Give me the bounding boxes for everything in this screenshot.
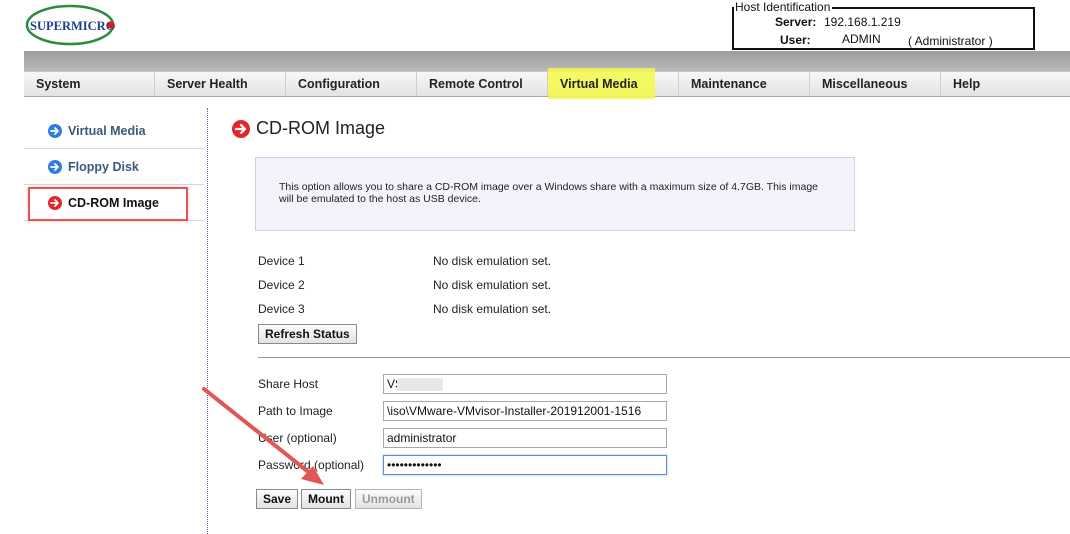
tab-server-health[interactable]: Server Health bbox=[155, 72, 286, 96]
sidebar-item-label: Floppy Disk bbox=[68, 159, 139, 174]
server-value: 192.168.1.219 bbox=[824, 15, 901, 29]
password-input[interactable] bbox=[383, 455, 667, 475]
circle-arrow-right-icon bbox=[232, 119, 250, 138]
share-host-label: Share Host bbox=[258, 377, 319, 391]
save-button[interactable]: Save bbox=[256, 489, 299, 509]
unmount-button: Unmount bbox=[355, 489, 422, 509]
redacted-text bbox=[397, 378, 443, 391]
tab-maintenance[interactable]: Maintenance bbox=[679, 72, 810, 96]
refresh-status-button[interactable]: Refresh Status bbox=[258, 324, 357, 344]
section-divider bbox=[258, 357, 1070, 358]
device-row-2: Device 2 No disk emulation set. bbox=[258, 278, 551, 292]
user-value: ADMIN bbox=[842, 32, 881, 46]
device-status: No disk emulation set. bbox=[433, 278, 552, 292]
user-optional-label: User (optional) bbox=[258, 431, 337, 445]
user-input[interactable] bbox=[383, 428, 667, 448]
sidebar-divider bbox=[207, 108, 208, 534]
sidebar-item-label: Virtual Media bbox=[68, 123, 146, 138]
device-label: Device 1 bbox=[258, 254, 305, 268]
device-row-1: Device 1 No disk emulation set. bbox=[258, 254, 551, 268]
header-grey-bar bbox=[24, 51, 1070, 71]
ipmi-web-page: SUPERMICRO Host Identification Server: 1… bbox=[0, 0, 1070, 534]
tab-remote-control[interactable]: Remote Control bbox=[417, 72, 548, 96]
device-status: No disk emulation set. bbox=[433, 254, 552, 268]
page-title: CD-ROM Image bbox=[232, 118, 385, 139]
tab-configuration[interactable]: Configuration bbox=[286, 72, 417, 96]
mount-button[interactable]: Mount bbox=[301, 489, 351, 509]
tab-system[interactable]: System bbox=[24, 72, 155, 96]
supermicro-logo: SUPERMICRO bbox=[25, 4, 116, 46]
sidebar-item-virtual-media[interactable]: Virtual Media bbox=[24, 113, 204, 149]
logo-text: SUPERMICRO bbox=[30, 19, 116, 33]
main-nav: System Server Health Configuration Remot… bbox=[24, 68, 1070, 99]
user-label: User: bbox=[780, 33, 811, 47]
server-label: Server: bbox=[775, 15, 817, 29]
host-identification-box: Host Identification Server: 192.168.1.21… bbox=[732, 0, 1035, 50]
tab-virtual-media[interactable]: Virtual Media bbox=[548, 68, 679, 99]
device-label: Device 2 bbox=[258, 278, 305, 292]
host-identification-legend: Host Identification bbox=[734, 0, 833, 14]
path-to-image-input[interactable] bbox=[383, 401, 667, 421]
page-title-text: CD-ROM Image bbox=[256, 118, 386, 138]
device-label: Device 3 bbox=[258, 302, 305, 316]
sidebar-item-floppy-disk[interactable]: Floppy Disk bbox=[24, 149, 204, 185]
circle-arrow-right-icon bbox=[48, 195, 62, 210]
tab-miscellaneous[interactable]: Miscellaneous bbox=[810, 72, 941, 96]
device-status: No disk emulation set. bbox=[433, 302, 552, 316]
sidebar-item-cd-rom-image[interactable]: CD-ROM Image bbox=[24, 185, 204, 221]
sidebar: Virtual Media Floppy Disk CD-ROM Image bbox=[24, 113, 204, 221]
path-to-image-label: Path to Image bbox=[258, 404, 333, 418]
user-role: ( Administrator ) bbox=[908, 34, 993, 48]
circle-arrow-right-icon bbox=[48, 123, 62, 138]
device-row-3: Device 3 No disk emulation set. bbox=[258, 302, 551, 316]
circle-arrow-right-icon bbox=[48, 159, 62, 174]
tab-help[interactable]: Help bbox=[941, 72, 1070, 96]
password-optional-label: Password (optional) bbox=[258, 458, 365, 472]
info-text: This option allows you to share a CD-ROM… bbox=[279, 181, 819, 205]
info-box: This option allows you to share a CD-ROM… bbox=[255, 157, 855, 231]
